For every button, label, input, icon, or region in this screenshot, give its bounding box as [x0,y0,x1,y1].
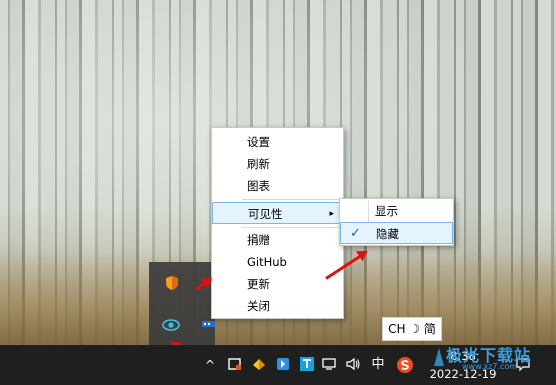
bookmark-icon[interactable] [274,356,292,374]
file-manager-icon[interactable] [250,356,268,374]
menu-item-label: 图表 [247,179,270,193]
menu-separator [242,199,339,200]
menu-item-label: 关闭 [247,299,270,313]
watermark-logo: 极光下载站 www.xz7.com [432,344,552,382]
submenu-item-label: 隐藏 [376,227,399,241]
visibility-submenu: 显示 ✓ 隐藏 [339,198,454,246]
menu-item-close[interactable]: 关闭 [212,295,343,317]
tray-context-menu: 设置 刷新 图表 可见性 ▸ 捐赠 GitHub 更新 关闭 [211,127,344,319]
menu-item-chart[interactable]: 图表 [212,175,343,197]
chevron-up-icon[interactable]: ^ [201,356,219,374]
sogou-input-icon[interactable] [396,356,414,374]
network-icon[interactable] [320,356,338,374]
menu-item-label: 刷新 [247,157,270,171]
checkmark-icon: ✓ [350,226,361,241]
menu-item-settings[interactable]: 设置 [212,131,343,153]
menu-item-label: 可见性 [248,207,283,221]
menu-item-label: 捐赠 [247,233,270,247]
menu-item-update[interactable]: 更新 [212,273,343,295]
menu-item-label: 更新 [247,277,270,291]
menu-item-visibility[interactable]: 可见性 ▸ [212,202,343,224]
menu-item-label: GitHub [247,255,287,269]
menu-item-label: 设置 [247,135,270,149]
menu-item-github[interactable]: GitHub [212,251,343,273]
menu-separator [242,227,339,228]
tray-app-icon[interactable] [226,356,244,374]
volume-icon[interactable] [344,356,362,374]
submenu-item-label: 显示 [375,204,398,218]
input-language-indicator[interactable]: 中 [369,356,387,374]
submenu-item-hide[interactable]: ✓ 隐藏 [340,222,453,244]
shield-icon[interactable] [164,275,180,291]
menu-item-donate[interactable]: 捐赠 [212,229,343,251]
submenu-arrow-icon: ▸ [329,209,334,219]
submenu-item-show[interactable]: 显示 [340,200,453,222]
eye-icon[interactable] [162,317,180,333]
watermark-url: www.xz7.com [462,362,518,371]
ime-indicator[interactable]: CH ☽ 简 [382,317,442,341]
menu-item-refresh[interactable]: 刷新 [212,153,343,175]
text-app-icon[interactable] [298,356,316,374]
